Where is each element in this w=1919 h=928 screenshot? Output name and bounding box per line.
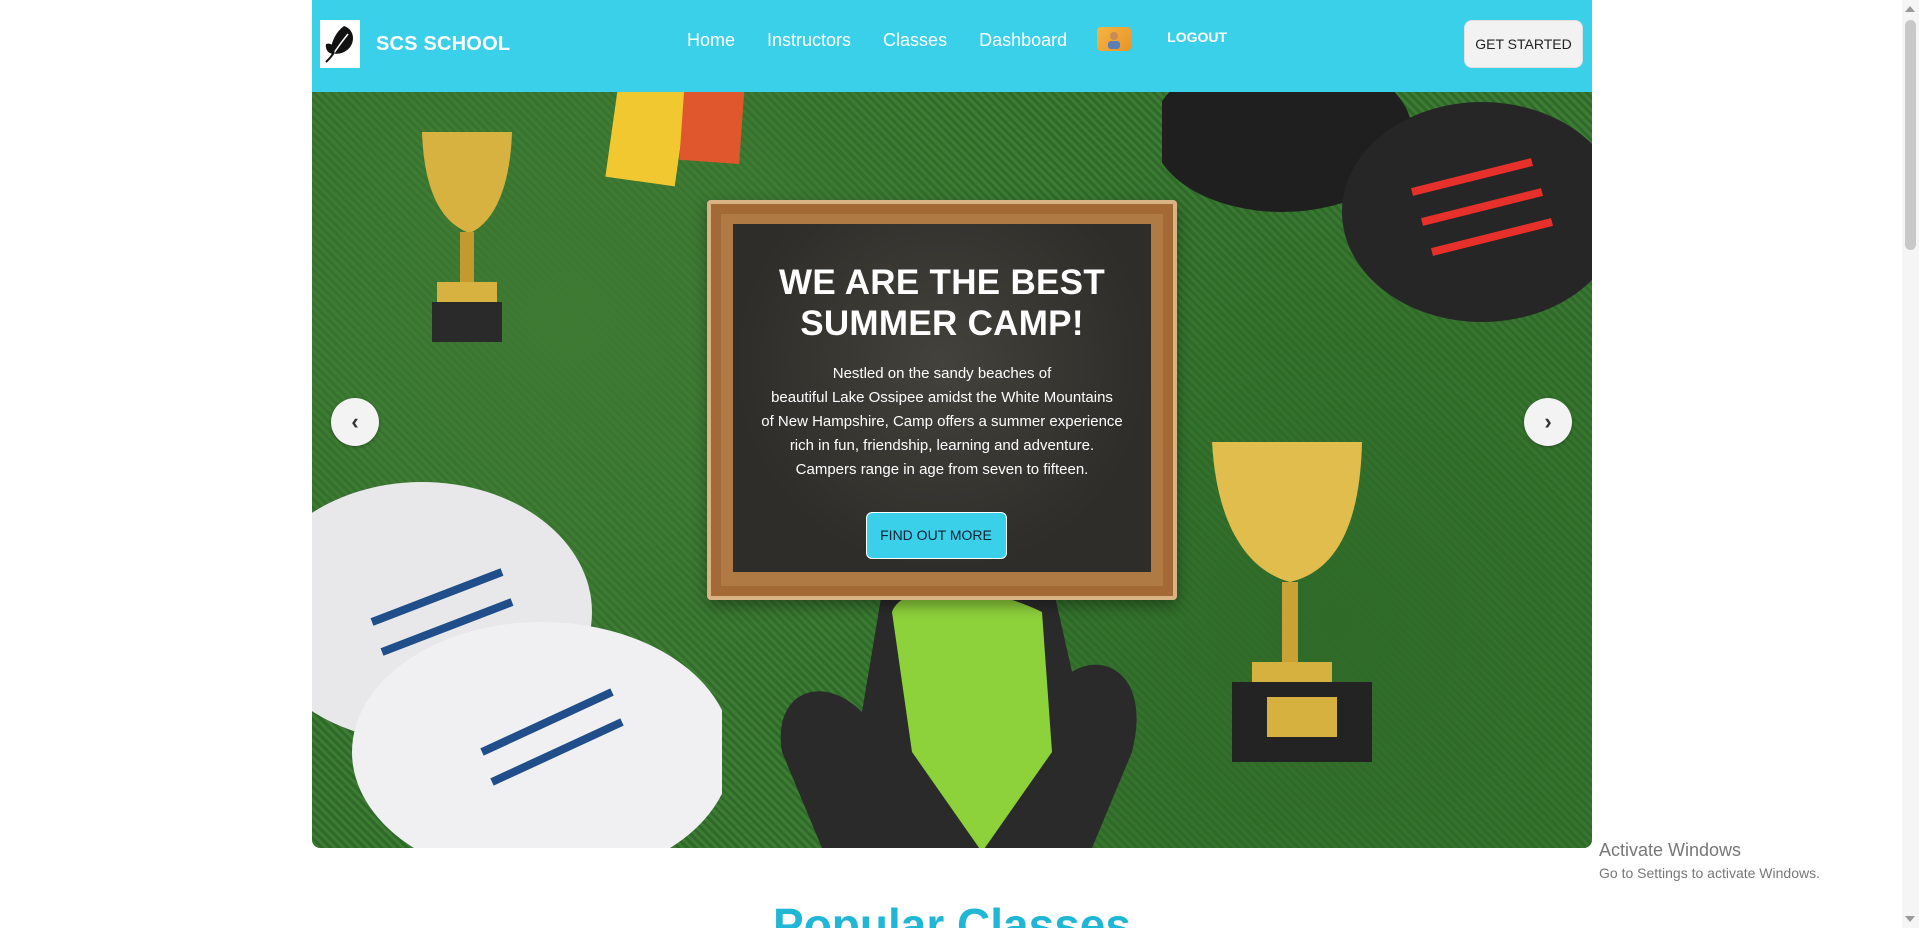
hero-text-line: Campers range in age from seven to fifte…	[795, 461, 1089, 478]
find-out-more-button[interactable]: FIND OUT MORE	[865, 512, 1007, 559]
black-shoes-image	[1162, 92, 1592, 322]
gold-trophy-right-image	[1212, 442, 1372, 762]
scroll-down-arrow-icon[interactable]	[1905, 916, 1915, 922]
brand[interactable]: SCS SCHOOL	[320, 20, 510, 68]
hero-text-line: beautiful Lake Ossipee amidst the White …	[771, 389, 1113, 406]
windows-activation-watermark: Activate Windows Go to Settings to activ…	[1599, 840, 1820, 881]
hero-content: WE ARE THE BEST SUMMER CAMP! Nestled on …	[712, 262, 1172, 559]
hero-title-line2: SUMMER CAMP!	[800, 304, 1084, 343]
hero-text-line: of New Hampshire, Camp offers a summer e…	[761, 413, 1123, 430]
get-started-button[interactable]: GET STARTED	[1464, 20, 1583, 68]
user-avatar[interactable]	[1097, 26, 1132, 51]
popular-classes-heading: Popular Classes	[773, 899, 1131, 928]
nav-classes[interactable]: Classes	[883, 30, 947, 51]
watermark-subtitle: Go to Settings to activate Windows.	[1599, 865, 1820, 881]
hero-title: WE ARE THE BEST SUMMER CAMP!	[712, 262, 1172, 344]
carousel-prev-button[interactable]: ‹	[331, 398, 379, 446]
carousel-next-button[interactable]: ›	[1524, 398, 1572, 446]
scroll-up-arrow-icon[interactable]	[1905, 6, 1915, 12]
page: SCS SCHOOL Home Instructors Classes Dash…	[0, 0, 1919, 928]
nav-links: Home Instructors Classes Dashboard LOGOU…	[687, 26, 1227, 51]
hero-text-line: rich in fun, friendship, learning and ad…	[789, 437, 1095, 454]
hero-text-line: Nestled on the sandy beaches of	[832, 365, 1052, 382]
cards-image	[605, 92, 745, 187]
vertical-scrollbar[interactable]	[1902, 0, 1919, 928]
hero-carousel: WE ARE THE BEST SUMMER CAMP! Nestled on …	[312, 92, 1592, 848]
nav-home[interactable]: Home	[687, 30, 735, 51]
white-shoes-image	[312, 482, 722, 848]
hero-title-line1: WE ARE THE BEST	[779, 263, 1105, 302]
hero-description: Nestled on the sandy beaches of beautifu…	[712, 362, 1172, 482]
navbar: SCS SCHOOL Home Instructors Classes Dash…	[312, 0, 1592, 92]
leaf-logo-icon	[320, 20, 360, 68]
watermark-title: Activate Windows	[1599, 840, 1742, 860]
nav-dashboard[interactable]: Dashboard	[979, 30, 1067, 51]
brand-name: SCS SCHOOL	[376, 32, 511, 55]
scroll-thumb[interactable]	[1905, 20, 1916, 250]
logout-link[interactable]: LOGOUT	[1167, 29, 1227, 45]
chevron-right-icon: ›	[1544, 409, 1552, 434]
nav-instructors[interactable]: Instructors	[767, 30, 851, 51]
chevron-left-icon: ‹	[351, 409, 359, 434]
gold-trophy-left-image	[422, 132, 512, 342]
